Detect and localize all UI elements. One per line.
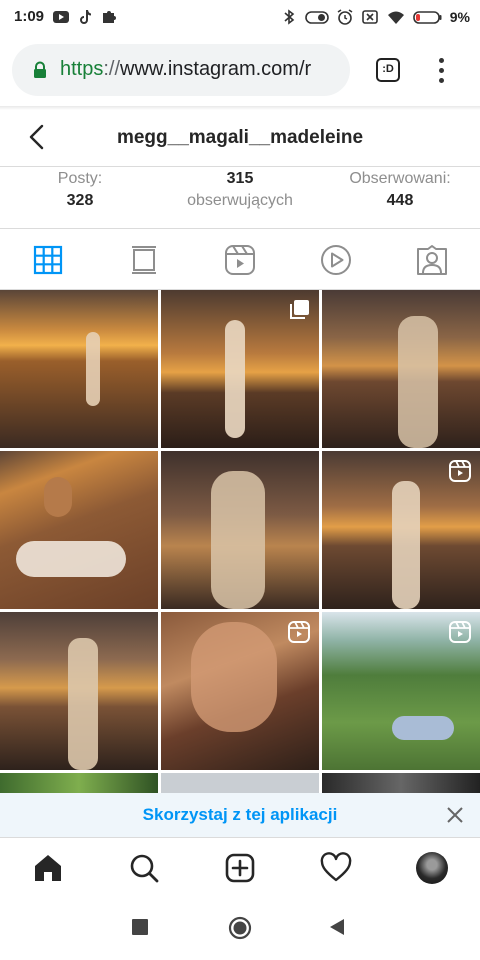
stat-posts: Posty: 328 xyxy=(40,168,120,212)
url-scheme: https xyxy=(60,58,104,80)
stat-posts-label: Posty: xyxy=(57,170,103,187)
reels-icon[interactable] xyxy=(223,243,257,277)
feed-icon[interactable] xyxy=(127,243,161,277)
stat-following[interactable]: Obserwowani: 448 xyxy=(330,168,470,212)
youtube-icon xyxy=(53,11,69,23)
back-button-icon[interactable] xyxy=(328,918,346,936)
browser-toolbar: https://www.instagram.com/r :D xyxy=(0,34,480,106)
stat-followers[interactable]: 315 obserwujących xyxy=(160,168,320,212)
alarm-icon xyxy=(337,9,353,25)
post-thumbnail[interactable] xyxy=(161,290,319,448)
stat-following-label: Obserwowani: xyxy=(349,170,451,187)
reels-badge-icon xyxy=(288,621,310,643)
recents-icon[interactable] xyxy=(131,918,149,936)
carousel-icon xyxy=(290,300,309,319)
grid-icon[interactable] xyxy=(31,243,65,277)
post-thumbnail[interactable] xyxy=(161,451,319,609)
url-separator: :// xyxy=(103,58,121,80)
status-time: 1:09 xyxy=(14,8,45,25)
post-thumbnail[interactable] xyxy=(322,290,480,448)
address-bar[interactable]: https://www.instagram.com/r xyxy=(12,44,350,96)
battery-icon xyxy=(412,11,442,24)
vertical-dots-icon[interactable] xyxy=(434,56,448,86)
post-thumbnail[interactable] xyxy=(161,612,319,770)
profile-stats: Posty: 328 315 obserwujących Obserwowani… xyxy=(0,166,480,229)
bottom-navigation xyxy=(0,837,480,898)
toggle-icon xyxy=(304,11,329,24)
open-app-link[interactable]: Skorzystaj z tej aplikacji xyxy=(0,805,480,825)
profile-header: megg__magali__madeleine xyxy=(0,110,480,167)
post-thumbnail[interactable] xyxy=(322,773,480,793)
post-thumbnail[interactable] xyxy=(0,451,158,609)
url-host: www.instagram.com/r xyxy=(120,58,312,80)
lock-icon xyxy=(34,61,46,78)
new-post-icon[interactable] xyxy=(224,852,256,884)
stat-posts-value: 328 xyxy=(66,192,94,209)
stat-following-value: 448 xyxy=(386,192,414,209)
puzzle-icon xyxy=(103,11,116,23)
tab-switcher-button[interactable]: :D xyxy=(376,58,400,82)
wifi-icon xyxy=(387,11,404,24)
open-app-banner: Skorzystaj z tej aplikacji xyxy=(0,793,480,837)
status-right-icons: 9% xyxy=(280,8,470,26)
system-navigation xyxy=(0,897,480,960)
post-thumbnail[interactable] xyxy=(322,451,480,609)
stat-followers-label: obserwujących xyxy=(187,192,293,209)
reels-badge-icon xyxy=(449,621,471,643)
battery-percent: 9% xyxy=(449,9,470,25)
tagged-icon[interactable] xyxy=(415,243,449,277)
close-icon[interactable] xyxy=(446,806,464,824)
post-thumbnail[interactable] xyxy=(161,773,319,793)
heart-icon[interactable] xyxy=(320,852,352,884)
post-thumbnail[interactable] xyxy=(0,773,158,793)
status-bar: 1:09 9% xyxy=(0,0,480,34)
stat-followers-value: 315 xyxy=(226,170,254,187)
tiktok-icon xyxy=(80,10,91,24)
avatar[interactable] xyxy=(416,852,448,884)
post-thumbnail[interactable] xyxy=(0,612,158,770)
search-icon[interactable] xyxy=(128,852,160,884)
profile-tabs xyxy=(0,229,480,290)
url-text[interactable]: https://www.instagram.com/r xyxy=(60,58,311,81)
bluetooth-icon xyxy=(284,9,295,25)
post-thumbnail[interactable] xyxy=(322,612,480,770)
close-box-icon xyxy=(361,10,378,24)
status-left-icons xyxy=(52,8,118,26)
home-icon[interactable] xyxy=(32,852,64,884)
reels-badge-icon xyxy=(449,460,471,482)
post-thumbnail[interactable] xyxy=(0,290,158,448)
home-button-icon[interactable] xyxy=(228,916,252,940)
profile-username: megg__magali__madeleine xyxy=(116,127,364,148)
video-icon[interactable] xyxy=(319,243,353,277)
